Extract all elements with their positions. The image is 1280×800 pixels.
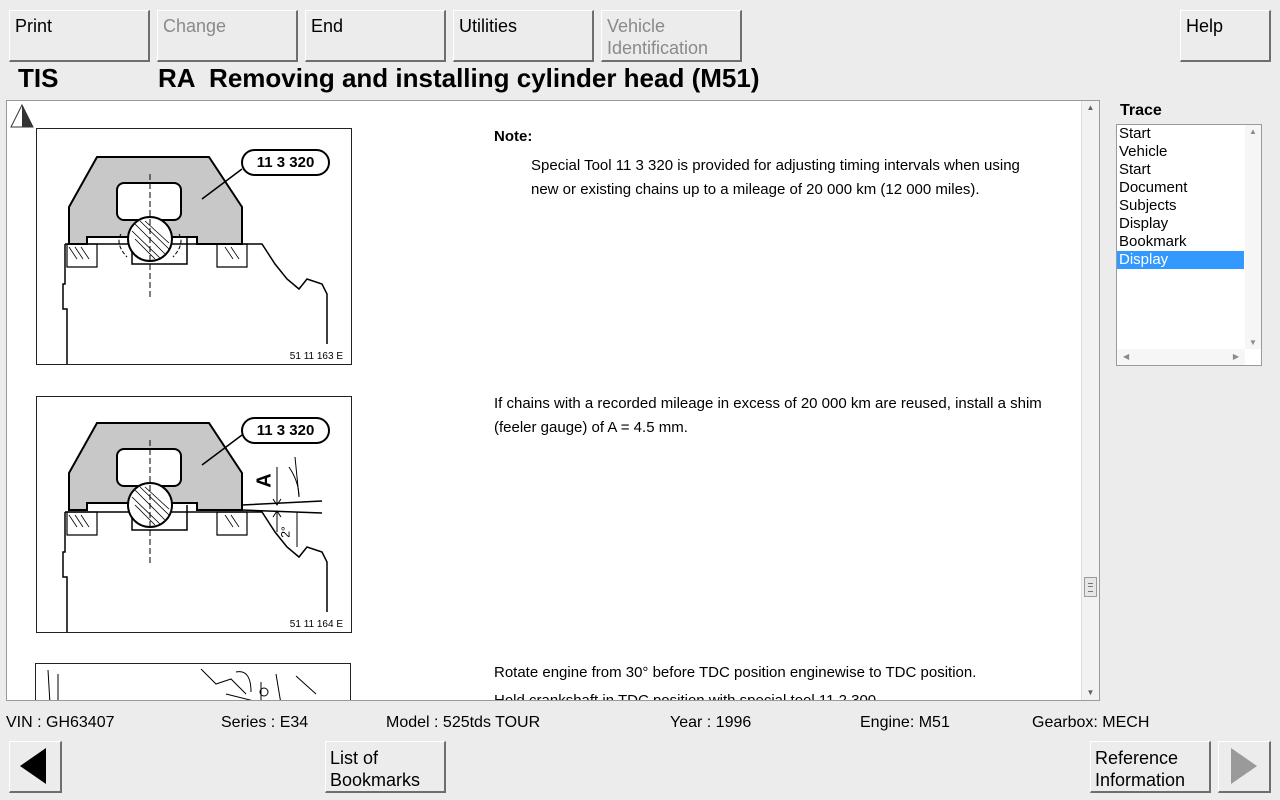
vehicle-identification-button[interactable]: Vehicle Identification <box>601 10 742 62</box>
tool-number-label: 11 3 320 <box>241 149 330 176</box>
paragraph-hold: Hold crankshaft in TDC position with spe… <box>494 692 881 701</box>
trace-label: Trace <box>1120 102 1162 119</box>
trace-item[interactable]: Start <box>1117 125 1244 143</box>
trace-horizontal-scrollbar[interactable]: ◀ ▶ <box>1117 349 1245 365</box>
forward-arrow-icon <box>1231 748 1257 784</box>
doc-type: RA <box>158 63 195 93</box>
note-text: Special Tool 11 3 320 is provided for ad… <box>531 157 1020 198</box>
previous-page-button[interactable] <box>9 741 62 793</box>
status-gearbox: Gearbox: MECH <box>1032 714 1150 731</box>
trace-item[interactable]: Start <box>1117 161 1244 179</box>
print-button[interactable]: Print <box>9 10 150 62</box>
document-pane[interactable]: 11 3 320 51 11 163 E A 2° 11 3 320 51 11… <box>6 100 1100 701</box>
trace-item[interactable]: Bookmark <box>1117 233 1244 251</box>
status-year: Year : 1996 <box>670 714 752 731</box>
figure-1: 11 3 320 51 11 163 E <box>36 128 352 365</box>
status-series: Series : E34 <box>221 714 309 731</box>
document-scrollbar[interactable]: ▲ ▼ <box>1081 101 1099 700</box>
note-heading: Note: <box>494 128 533 145</box>
trace-vertical-scrollbar[interactable]: ▲ ▼ <box>1245 125 1261 349</box>
figure-3-drawing <box>47 668 317 700</box>
status-engine: Engine: M51 <box>860 714 950 731</box>
trace-item[interactable]: Vehicle <box>1117 143 1244 161</box>
scroll-right-icon[interactable]: ▶ <box>1233 352 1239 361</box>
document-title: RA Removing and installing cylinder head… <box>158 63 759 94</box>
trace-list[interactable]: Start Vehicle Start Document Subjects Display… <box>1116 124 1262 366</box>
figure-3 <box>35 663 351 700</box>
scroll-thumb[interactable] <box>1084 577 1097 597</box>
back-arrow-icon <box>20 748 46 784</box>
list-of-bookmarks-button[interactable]: List of Bookmarks <box>325 741 446 793</box>
scroll-left-icon[interactable]: ◀ <box>1123 352 1129 361</box>
trace-item[interactable]: Display <box>1117 251 1244 269</box>
angle-label: 2° <box>278 526 293 538</box>
doc-title-text: Removing and installing cylinder head (M… <box>209 63 760 93</box>
figure-code: 51 11 164 E <box>289 619 343 630</box>
paragraph-rotate: Rotate engine from 30° before TDC positi… <box>494 664 977 681</box>
resize-corner-icon <box>10 103 34 128</box>
trace-item[interactable]: Display <box>1117 215 1244 233</box>
trace-item[interactable]: Document <box>1117 179 1244 197</box>
reference-information-button[interactable]: Reference Information <box>1090 741 1211 793</box>
status-model: Model : 525tds TOUR <box>386 714 541 731</box>
tool-number-label: 11 3 320 <box>241 417 330 444</box>
change-button[interactable]: Change <box>157 10 298 62</box>
next-page-button[interactable] <box>1218 741 1271 793</box>
status-vin: VIN : GH63407 <box>6 714 115 731</box>
trace-item[interactable]: Subjects <box>1117 197 1244 215</box>
scroll-down-icon[interactable]: ▼ <box>1082 686 1099 700</box>
figure-code: 51 11 163 E <box>289 351 343 362</box>
dimension-a-label: A <box>253 473 276 488</box>
end-button[interactable]: End <box>305 10 446 62</box>
scroll-down-icon[interactable]: ▼ <box>1249 338 1257 347</box>
paragraph-shim: If chains with a recorded mileage in exc… <box>494 395 1042 436</box>
scroll-up-icon[interactable]: ▲ <box>1249 127 1257 136</box>
utilities-button[interactable]: Utilities <box>453 10 594 62</box>
help-button[interactable]: Help <box>1180 10 1271 62</box>
figure-2: A 2° 11 3 320 51 11 164 E <box>36 396 352 633</box>
scroll-up-icon[interactable]: ▲ <box>1082 101 1099 115</box>
app-title: TIS <box>18 63 59 93</box>
